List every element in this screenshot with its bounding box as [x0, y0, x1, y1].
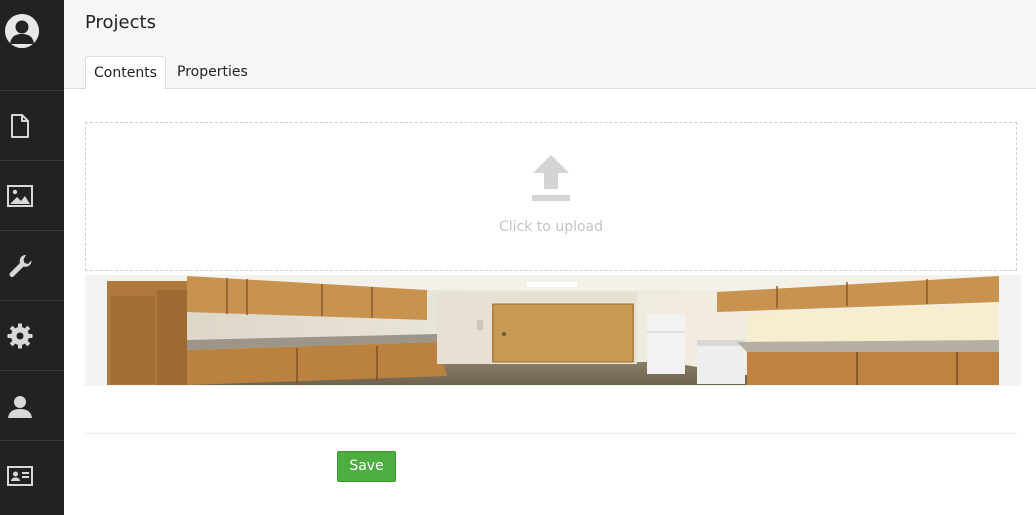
sidebar-item-settings[interactable]: [0, 300, 64, 370]
upload-icon: [531, 155, 571, 207]
image-preview-area: [85, 275, 1021, 386]
form-divider: [85, 433, 1017, 434]
sidebar: [0, 0, 64, 515]
user-icon: [6, 392, 34, 420]
sidebar-item-users[interactable]: [0, 370, 64, 440]
user-avatar-icon[interactable]: [5, 14, 39, 48]
contact-card-icon: [6, 462, 34, 490]
document-icon: [6, 112, 34, 140]
kitchen-image[interactable]: [107, 276, 999, 385]
sidebar-item-members[interactable]: [0, 440, 64, 510]
upload-dropzone[interactable]: Click to upload: [85, 122, 1017, 271]
tab-contents[interactable]: Contents: [85, 56, 166, 90]
page-header: Projects Contents Properties: [64, 0, 1036, 90]
image-icon: [6, 182, 34, 210]
tab-label: Properties: [177, 64, 248, 80]
save-button[interactable]: Save: [337, 451, 396, 482]
sidebar-item-media[interactable]: [0, 160, 64, 230]
gear-icon: [6, 322, 34, 350]
sidebar-item-tools[interactable]: [0, 230, 64, 300]
tab-label: Contents: [94, 65, 157, 81]
page-title: Projects: [85, 12, 156, 33]
sidebar-item-documents[interactable]: [0, 90, 64, 160]
upload-hint: Click to upload: [499, 219, 603, 235]
tab-properties[interactable]: Properties: [169, 56, 256, 89]
wrench-icon: [6, 252, 34, 280]
